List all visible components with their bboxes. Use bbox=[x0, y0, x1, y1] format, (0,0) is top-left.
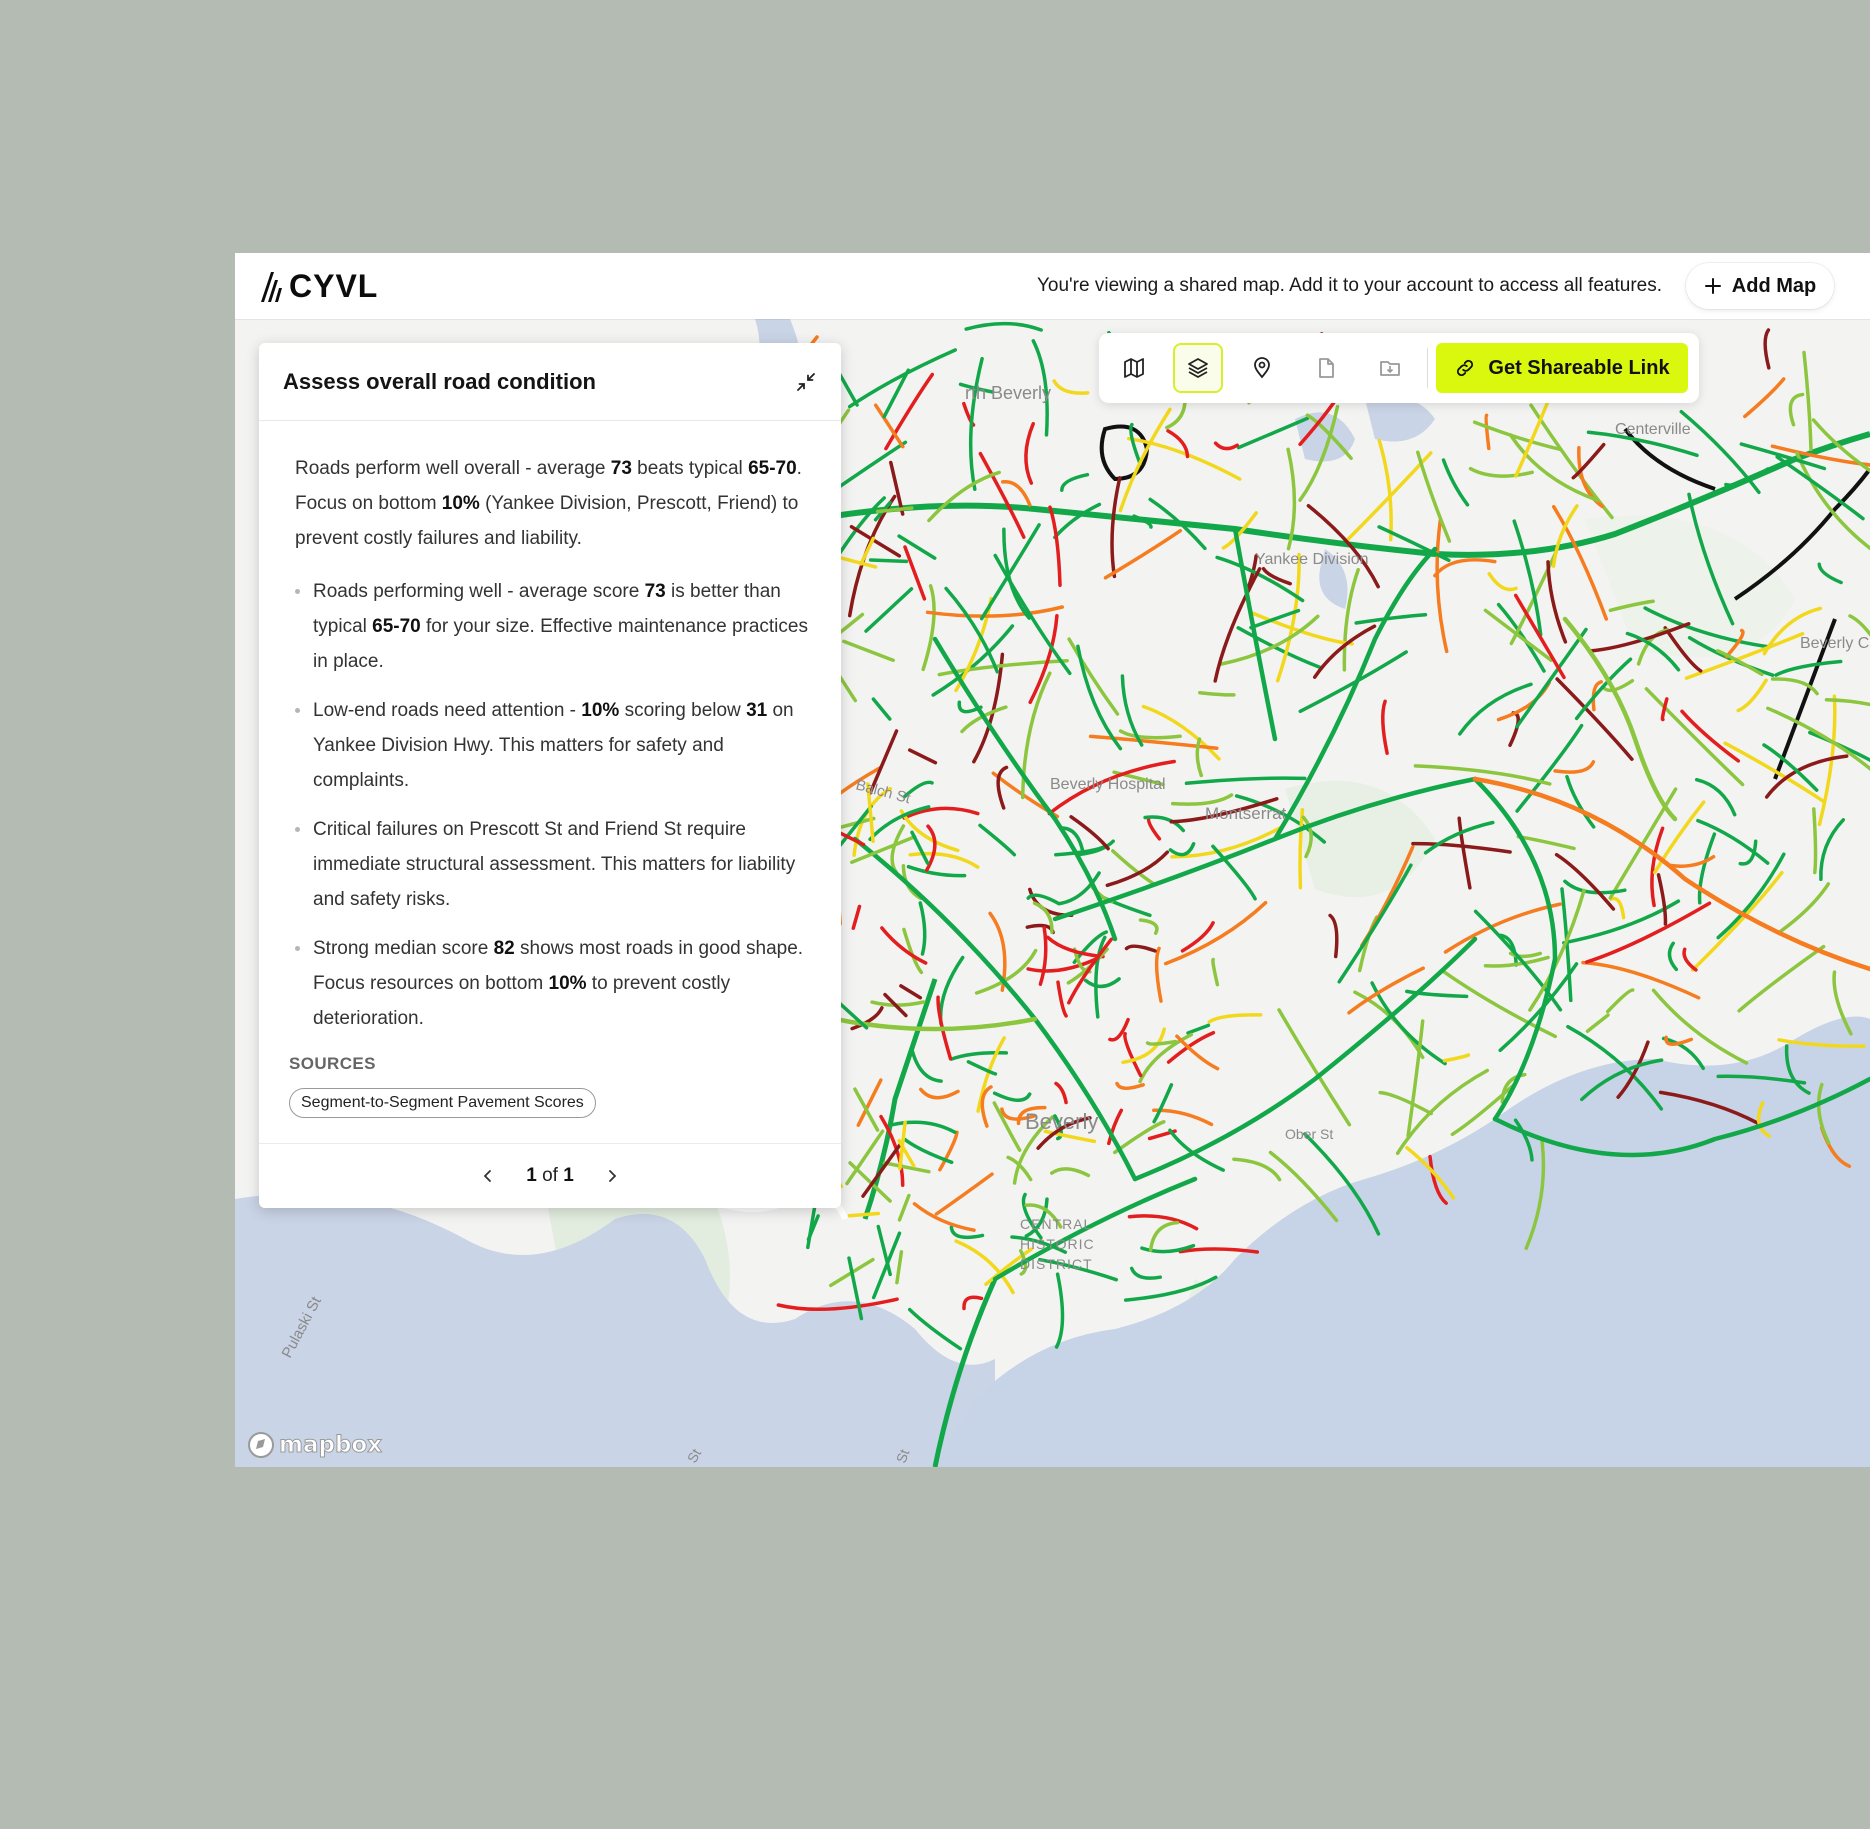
mapbox-attribution[interactable]: mapbox bbox=[247, 1431, 383, 1459]
insight-list: Roads performing well - average score 73… bbox=[289, 574, 811, 1036]
page-current: 1 bbox=[526, 1165, 537, 1186]
map-label: Centerville bbox=[1615, 421, 1691, 438]
pin-icon bbox=[1254, 357, 1270, 379]
map-icon bbox=[1124, 358, 1144, 378]
add-map-button[interactable]: Add Map bbox=[1686, 263, 1834, 309]
toolbar-divider bbox=[1427, 348, 1428, 388]
map-label: HISTORIC bbox=[1020, 1236, 1095, 1252]
insight-bold: 65-70 bbox=[372, 616, 421, 637]
folder-download-icon bbox=[1380, 361, 1400, 376]
map-label: rth Beverly bbox=[965, 383, 1051, 403]
collapse-icon bbox=[797, 372, 815, 391]
map-label: Beverly bbox=[1025, 1109, 1098, 1134]
file-icon bbox=[1319, 358, 1334, 378]
get-shareable-link-button[interactable]: Get Shareable Link bbox=[1436, 343, 1688, 393]
page-total: 1 bbox=[563, 1165, 574, 1186]
map-label: Montserrat bbox=[1205, 804, 1287, 823]
cyvl-logo[interactable]: CYVL bbox=[259, 268, 378, 305]
insight-item: Critical failures on Prescott St and Fri… bbox=[295, 812, 811, 917]
logo-text: CYVL bbox=[289, 267, 379, 304]
source-chip[interactable]: Segment-to-Segment Pavement Scores bbox=[289, 1088, 596, 1118]
map-label: Yankee Division bbox=[1255, 551, 1369, 568]
collapse-button[interactable] bbox=[795, 371, 817, 393]
insight-item: Roads performing well - average score 73… bbox=[295, 574, 811, 679]
link-icon bbox=[1457, 359, 1474, 377]
summary-bold: 65-70 bbox=[748, 458, 797, 479]
map-label: Ober St bbox=[1285, 1126, 1333, 1142]
map-label: Beverly Co bbox=[1800, 635, 1870, 652]
previous-page-button[interactable] bbox=[480, 1168, 496, 1184]
basemap-tool[interactable] bbox=[1109, 343, 1159, 393]
insight-text: Critical failures on Prescott St and Fri… bbox=[313, 819, 796, 910]
summary-paragraph: Roads perform well overall - average 73 … bbox=[295, 451, 811, 556]
insight-bold: 31 bbox=[746, 700, 768, 721]
map-toolbar: Get Shareable Link bbox=[1099, 333, 1699, 403]
summary-text: Roads perform well overall - average bbox=[295, 458, 611, 479]
mapbox-logo-icon bbox=[248, 1432, 274, 1458]
top-bar: CYVL You're viewing a shared map. Add it… bbox=[235, 253, 1870, 319]
page-of: of bbox=[542, 1165, 558, 1186]
insight-bold: 10% bbox=[548, 973, 587, 994]
layers-icon bbox=[1188, 358, 1208, 378]
next-page-button[interactable] bbox=[604, 1168, 620, 1184]
insight-text: Roads performing well - average score bbox=[313, 581, 645, 602]
insight-panel: Assess overall road condition Roads perf… bbox=[259, 343, 841, 1208]
layers-tool[interactable] bbox=[1173, 343, 1223, 393]
add-map-label: Add Map bbox=[1731, 274, 1817, 297]
mapbox-text: mapbox bbox=[278, 1432, 383, 1459]
road bbox=[847, 1211, 881, 1218]
sources-label: SOURCES bbox=[289, 1054, 376, 1073]
insight-text: Low-end roads need attention - bbox=[313, 700, 582, 721]
summary-bold: 73 bbox=[610, 458, 632, 479]
insight-bold: 73 bbox=[644, 581, 666, 602]
page-indicator: 1 of 1 bbox=[526, 1165, 574, 1187]
insight-bold: 10% bbox=[581, 700, 620, 721]
insight-item: Low-end roads need attention - 10% scori… bbox=[295, 693, 811, 798]
location-tool[interactable] bbox=[1237, 343, 1287, 393]
insight-bold: 82 bbox=[493, 938, 515, 959]
download-tool[interactable] bbox=[1365, 343, 1415, 393]
panel-body: Roads perform well overall - average 73 … bbox=[259, 451, 841, 1119]
plus-icon bbox=[1704, 278, 1721, 294]
map-label: CENTRAL bbox=[1020, 1216, 1092, 1232]
map-label: DISTRICT bbox=[1020, 1256, 1093, 1272]
insight-text: Strong median score bbox=[313, 938, 494, 959]
shared-map-notice: You're viewing a shared map. Add it to y… bbox=[1036, 275, 1662, 296]
cyvl-logo-icon bbox=[261, 272, 282, 302]
chevron-right-icon bbox=[608, 1170, 617, 1182]
share-label: Get Shareable Link bbox=[1488, 356, 1670, 379]
panel-header: Assess overall road condition bbox=[259, 343, 841, 421]
summary-bold: 10% bbox=[441, 493, 480, 514]
insight-item: Strong median score 82 shows most roads … bbox=[295, 931, 811, 1036]
summary-text: beats typical bbox=[631, 458, 749, 479]
insight-text: scoring below bbox=[619, 700, 747, 721]
road bbox=[868, 558, 909, 564]
map-label: Beverly Hospital bbox=[1050, 776, 1166, 793]
app-window: CYVL You're viewing a shared map. Add it… bbox=[235, 253, 1870, 1467]
chevron-left-icon bbox=[483, 1170, 492, 1182]
pager: 1 of 1 bbox=[259, 1143, 841, 1208]
road bbox=[1812, 807, 1818, 875]
panel-title: Assess overall road condition bbox=[283, 368, 596, 394]
file-tool[interactable] bbox=[1301, 343, 1351, 393]
